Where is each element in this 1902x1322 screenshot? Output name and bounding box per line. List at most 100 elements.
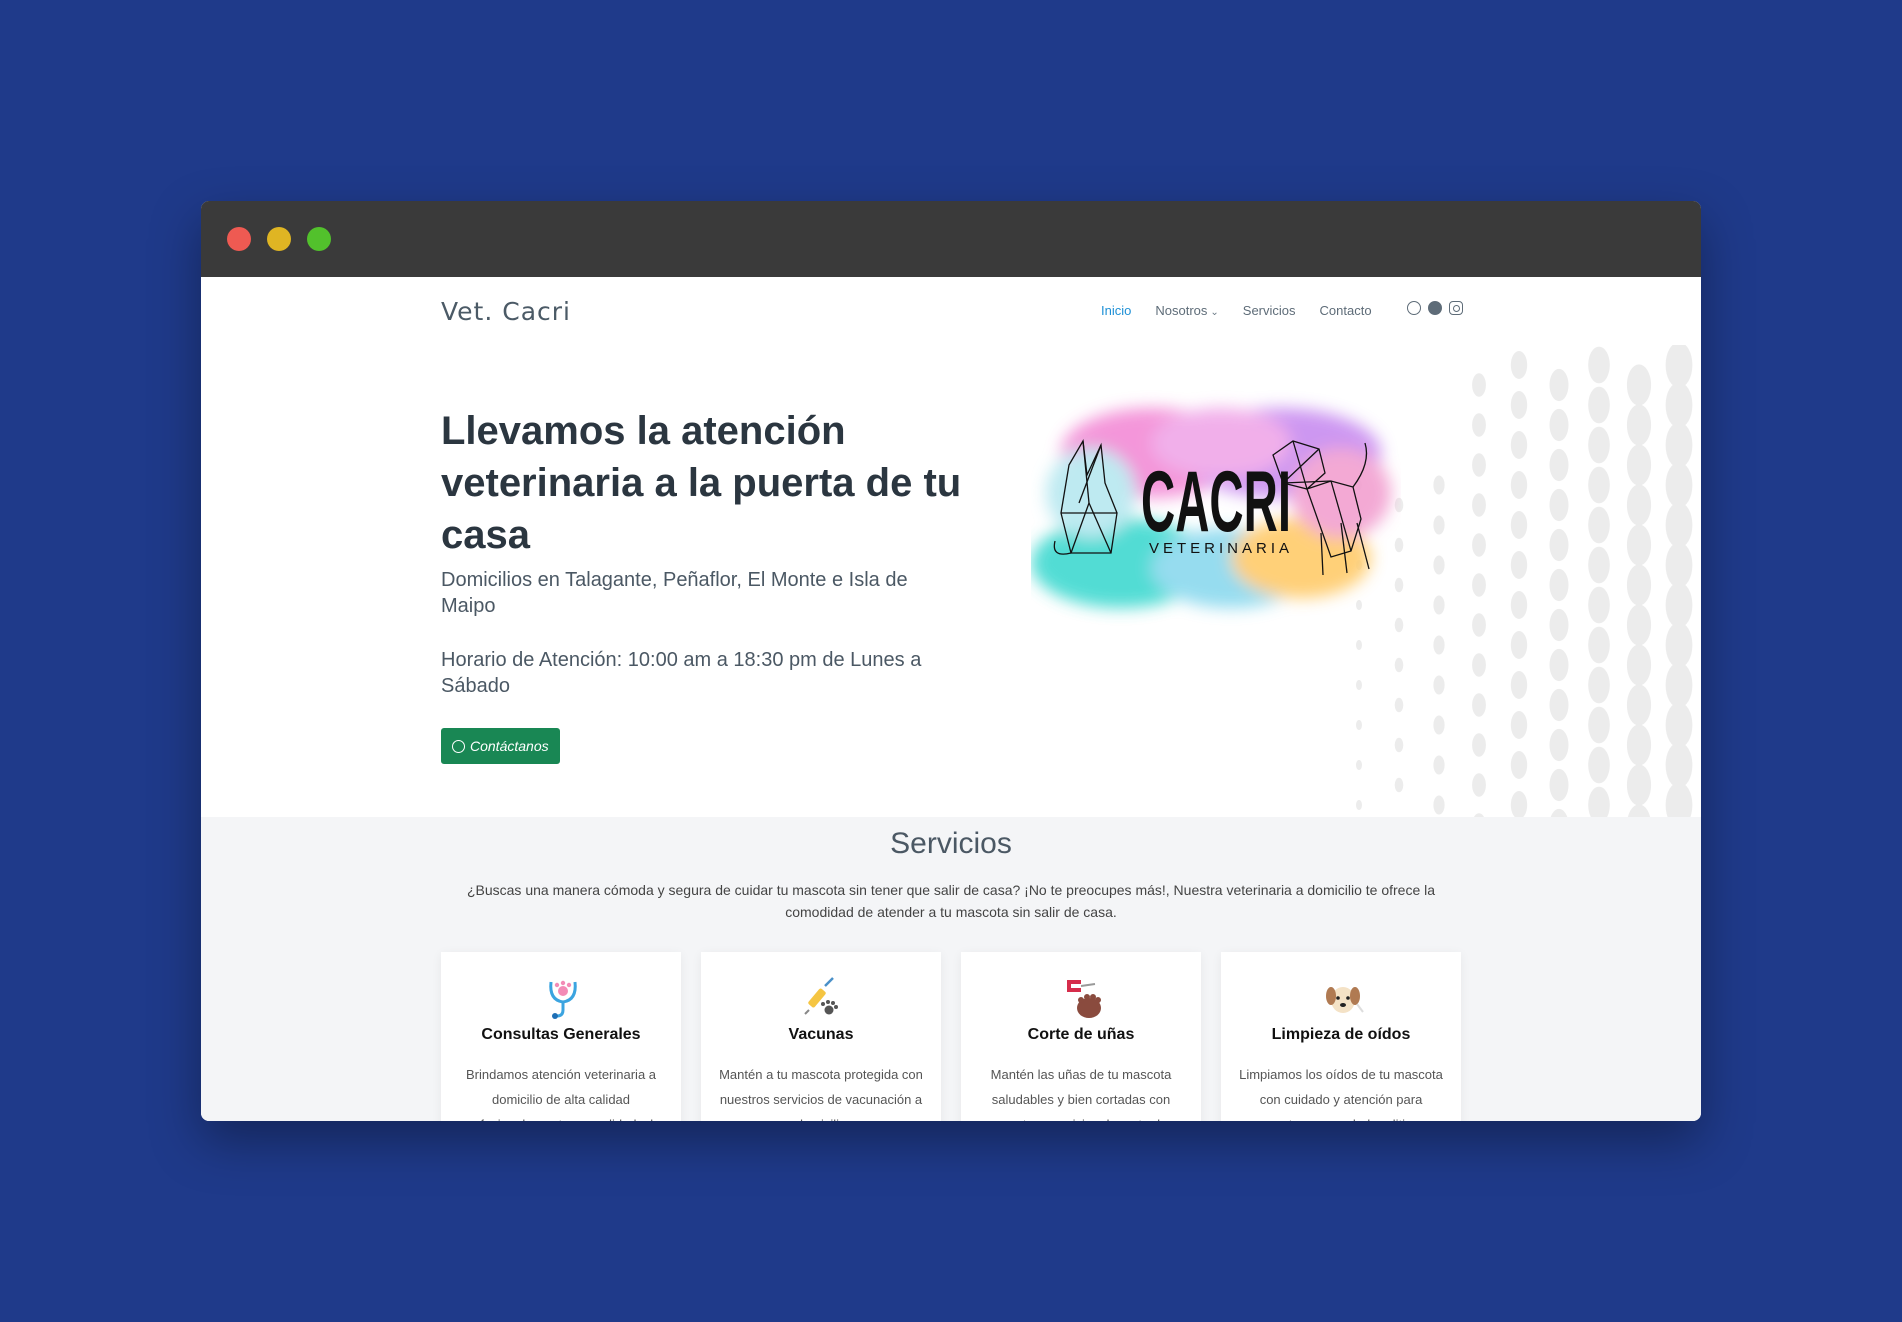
pattern-dot xyxy=(1510,711,1528,739)
pattern-dot xyxy=(1665,462,1693,508)
pattern-dot xyxy=(1549,688,1569,722)
pattern-dot xyxy=(1510,671,1528,699)
pattern-dot xyxy=(1356,799,1362,811)
pattern-dot xyxy=(1472,733,1486,757)
pattern-dot xyxy=(1472,533,1486,557)
pattern-dot xyxy=(1510,791,1528,817)
hero-section: Llevamos la atención veterinaria a la pu… xyxy=(201,345,1701,817)
site-header: Vet. Cacri Inicio Nosotros ⌄ Servicios Co… xyxy=(201,277,1701,345)
service-card-oidos[interactable]: Limpieza de oídos Limpiamos los oídos de… xyxy=(1221,952,1461,1121)
brand-tagline-text: VETERINARIA xyxy=(1149,540,1293,557)
service-card-title: Corte de uñas xyxy=(1027,1026,1135,1043)
pattern-dot xyxy=(1433,635,1445,655)
hero-hours: Horario de Atención: 10:00 am a 18:30 pm… xyxy=(441,649,922,697)
pattern-dot xyxy=(1665,422,1693,468)
pattern-dot xyxy=(1549,608,1569,642)
nav-item-inicio[interactable]: Inicio xyxy=(1101,303,1131,318)
dot-pattern-decoration xyxy=(1356,345,1693,817)
pattern-dot xyxy=(1665,622,1693,668)
pattern-dot xyxy=(1394,697,1404,713)
service-card-unas[interactable]: Corte de uñas Mantén las uñas de tu masc… xyxy=(961,952,1201,1121)
nav-item-nosotros[interactable]: Nosotros ⌄ xyxy=(1155,303,1218,318)
pattern-dot xyxy=(1588,546,1610,584)
facebook-icon[interactable] xyxy=(1428,301,1442,315)
whatsapp-icon[interactable] xyxy=(1407,301,1421,315)
site-logo[interactable]: Vet. Cacri xyxy=(441,297,571,326)
page-viewport: Vet. Cacri Inicio Nosotros ⌄ Servicios Co… xyxy=(201,277,1701,1121)
instagram-icon[interactable] xyxy=(1449,301,1463,315)
service-card-vacunas[interactable]: Vacunas Mantén a tu mascota protegida co… xyxy=(701,952,941,1121)
pattern-dot xyxy=(1626,364,1652,406)
pattern-dot xyxy=(1588,506,1610,544)
pattern-dot xyxy=(1626,684,1652,726)
syringe-paw-icon xyxy=(804,977,838,1015)
service-card-text: Mantén a tu mascota protegida con nuestr… xyxy=(719,1067,923,1121)
pattern-dot xyxy=(1549,488,1569,522)
pattern-dot xyxy=(1433,795,1445,815)
service-card-text: Brindamos atención veterinaria a domicil… xyxy=(462,1067,661,1121)
pattern-dot xyxy=(1665,502,1693,548)
pattern-dot xyxy=(1433,715,1445,735)
cacri-brand-logo: CACRI VETERINARIA xyxy=(1031,408,1391,608)
pattern-dot xyxy=(1549,408,1569,442)
pattern-dot xyxy=(1665,542,1693,588)
pattern-dot xyxy=(1510,391,1528,419)
pattern-dot xyxy=(1627,804,1651,817)
pattern-dot xyxy=(1550,808,1568,817)
pattern-dot xyxy=(1472,493,1486,517)
pattern-dot xyxy=(1665,582,1693,628)
close-window-button[interactable] xyxy=(227,227,251,251)
pattern-dot xyxy=(1626,644,1652,686)
pattern-dot xyxy=(1549,528,1569,562)
pattern-dot xyxy=(1433,675,1445,695)
pattern-dot xyxy=(1472,373,1486,397)
pattern-dot xyxy=(1665,662,1693,708)
hero-subtitle: Domicilios en Talagante, Peñaflor, El Mo… xyxy=(441,569,908,617)
service-card-title: Vacunas xyxy=(788,1026,854,1043)
pattern-dot xyxy=(1665,782,1693,817)
pattern-dot xyxy=(1356,759,1362,771)
services-cards: Consultas Generales Brindamos atención v… xyxy=(441,952,1461,1121)
pattern-dot xyxy=(1588,666,1610,704)
pattern-dot xyxy=(1626,484,1652,526)
pattern-dot xyxy=(1588,466,1610,504)
pattern-dot xyxy=(1510,551,1528,579)
pattern-dot xyxy=(1549,728,1569,762)
pattern-dot xyxy=(1510,471,1528,499)
pattern-dot xyxy=(1472,773,1486,797)
pattern-dot xyxy=(1626,444,1652,486)
brand-name-text: CACRI xyxy=(1141,454,1291,550)
pattern-dot xyxy=(1510,431,1528,459)
maximize-window-button[interactable] xyxy=(307,227,331,251)
pattern-dot xyxy=(1626,524,1652,566)
nav-item-servicios[interactable]: Servicios xyxy=(1243,303,1296,318)
window-titlebar xyxy=(201,201,1701,278)
services-description: ¿Buscas una manera cómoda y segura de cu… xyxy=(466,882,1436,920)
pattern-dot xyxy=(1626,604,1652,646)
nav-item-contacto[interactable]: Contacto xyxy=(1320,303,1372,318)
whatsapp-icon xyxy=(452,739,465,753)
nail-clipper-icon xyxy=(1067,980,1101,1018)
contact-button-label: Contáctanos xyxy=(470,738,549,754)
service-card-text: Limpiamos los oídos de tu mascota con cu… xyxy=(1239,1067,1443,1121)
pattern-dot xyxy=(1433,475,1445,495)
pattern-dot xyxy=(1433,755,1445,775)
pattern-dot xyxy=(1472,613,1486,637)
pattern-dot xyxy=(1394,777,1404,793)
pattern-dot xyxy=(1588,706,1610,744)
pattern-dot xyxy=(1472,413,1486,437)
pattern-dot xyxy=(1626,564,1652,606)
pattern-dot xyxy=(1588,346,1610,384)
contact-button[interactable]: Contáctanos xyxy=(441,728,560,764)
service-card-title: Limpieza de oídos xyxy=(1271,1026,1411,1043)
pattern-dot xyxy=(1549,368,1569,402)
minimize-window-button[interactable] xyxy=(267,227,291,251)
service-card-consultas[interactable]: Consultas Generales Brindamos atención v… xyxy=(441,952,681,1121)
pattern-dot xyxy=(1588,626,1610,664)
pattern-dot xyxy=(1665,742,1693,788)
pattern-dot xyxy=(1510,751,1528,779)
pattern-dot xyxy=(1588,386,1610,424)
services-section: Servicios ¿Buscas una manera cómoda y se… xyxy=(201,817,1701,1121)
pattern-dot xyxy=(1665,702,1693,748)
nav-item-nosotros-label: Nosotros xyxy=(1155,303,1208,318)
